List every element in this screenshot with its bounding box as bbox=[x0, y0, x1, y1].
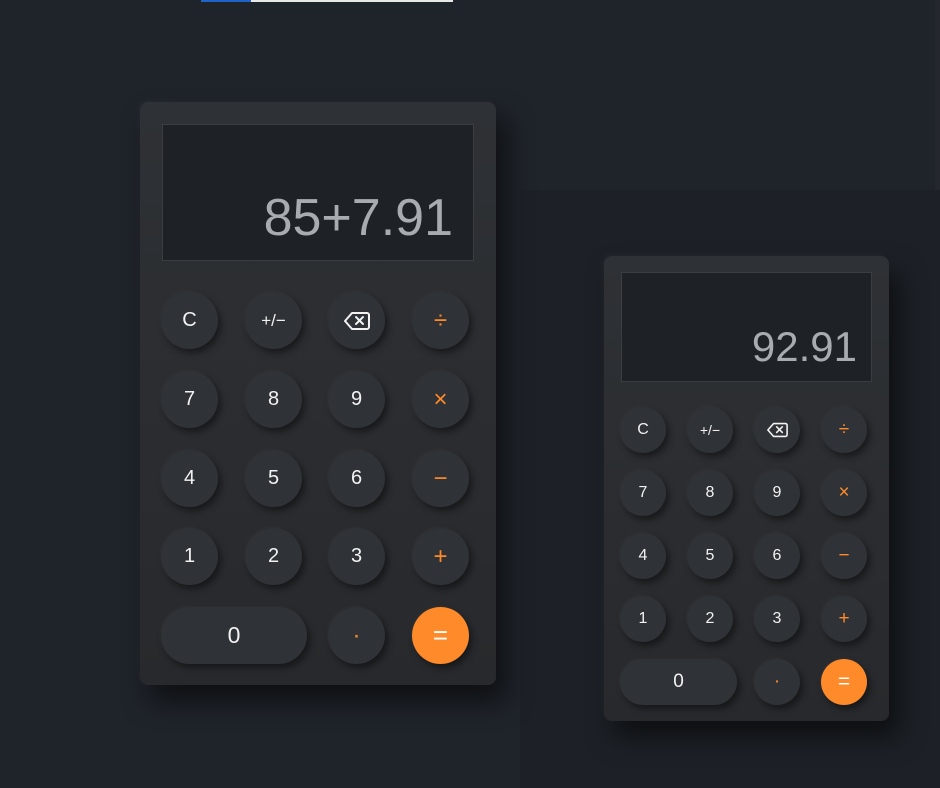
key-1[interactable]: 1 bbox=[161, 528, 218, 585]
top-strip bbox=[251, 0, 453, 2]
key-1[interactable]: 1 bbox=[620, 596, 666, 642]
sign-toggle-button[interactable]: +/− bbox=[687, 407, 733, 453]
key-9[interactable]: 9 bbox=[754, 470, 800, 516]
key-9[interactable]: 9 bbox=[328, 371, 385, 428]
key-2[interactable]: 2 bbox=[687, 596, 733, 642]
minus-button[interactable]: − bbox=[821, 533, 867, 579]
clear-button[interactable]: C bbox=[161, 292, 218, 349]
key-4[interactable]: 4 bbox=[620, 533, 666, 579]
divide-button[interactable]: ÷ bbox=[821, 407, 867, 453]
key-7[interactable]: 7 bbox=[620, 470, 666, 516]
key-0[interactable]: 0 bbox=[620, 659, 737, 705]
minus-button[interactable]: − bbox=[412, 450, 469, 507]
key-8[interactable]: 8 bbox=[245, 371, 302, 428]
calculator-small: 92.91 C +/− ÷ 7 8 9 × 4 5 6 − 1 2 3 + 0 … bbox=[604, 256, 889, 721]
key-3[interactable]: 3 bbox=[328, 528, 385, 585]
key-3[interactable]: 3 bbox=[754, 596, 800, 642]
key-6[interactable]: 6 bbox=[754, 533, 800, 579]
key-6[interactable]: 6 bbox=[328, 450, 385, 507]
background-edge bbox=[935, 0, 940, 190]
backspace-button[interactable] bbox=[328, 292, 385, 349]
key-5[interactable]: 5 bbox=[687, 533, 733, 579]
calculator-large: 85+7.91 C +/− ÷ 7 8 9 × 4 5 6 − 1 2 3 + … bbox=[140, 102, 496, 685]
key-7[interactable]: 7 bbox=[161, 371, 218, 428]
key-5[interactable]: 5 bbox=[245, 450, 302, 507]
multiply-button[interactable]: × bbox=[412, 371, 469, 428]
decimal-button[interactable]: · bbox=[328, 607, 385, 664]
backspace-icon bbox=[766, 422, 788, 438]
clear-button[interactable]: C bbox=[620, 407, 666, 453]
sign-toggle-button[interactable]: +/− bbox=[245, 292, 302, 349]
plus-button[interactable]: + bbox=[821, 596, 867, 642]
equals-button[interactable]: = bbox=[821, 659, 867, 705]
multiply-button[interactable]: × bbox=[821, 470, 867, 516]
display-value: 85+7.91 bbox=[263, 189, 453, 247]
calculator-display: 85+7.91 bbox=[162, 124, 474, 261]
plus-button[interactable]: + bbox=[412, 528, 469, 585]
equals-button[interactable]: = bbox=[412, 607, 469, 664]
key-4[interactable]: 4 bbox=[161, 450, 218, 507]
backspace-icon bbox=[343, 311, 370, 330]
decimal-button[interactable]: · bbox=[754, 659, 800, 705]
key-8[interactable]: 8 bbox=[687, 470, 733, 516]
backspace-button[interactable] bbox=[754, 407, 800, 453]
key-2[interactable]: 2 bbox=[245, 528, 302, 585]
display-value: 92.91 bbox=[751, 323, 857, 370]
divide-button[interactable]: ÷ bbox=[412, 292, 469, 349]
calculator-display: 92.91 bbox=[621, 272, 872, 382]
key-0[interactable]: 0 bbox=[161, 607, 307, 664]
top-strip-blue bbox=[201, 0, 251, 2]
